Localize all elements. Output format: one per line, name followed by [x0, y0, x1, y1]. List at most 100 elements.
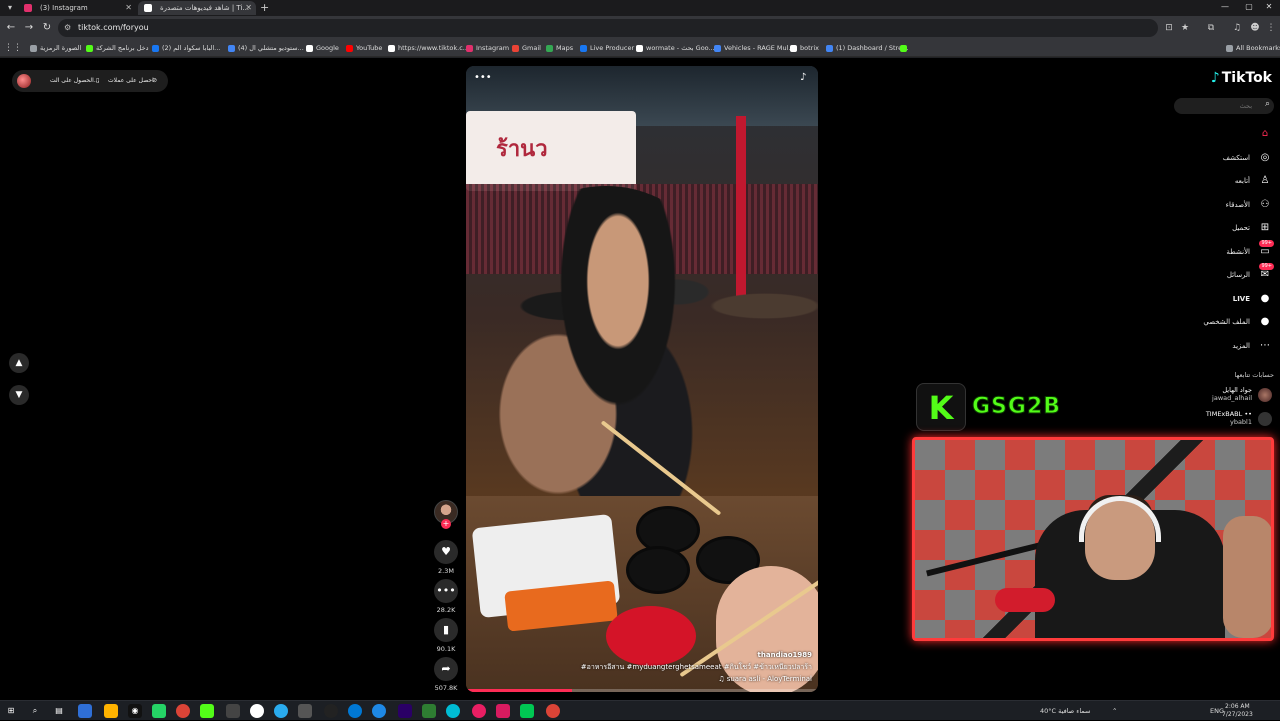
clock[interactable]: 2:06 AM 7/27/2023 [1222, 703, 1253, 719]
bookmark-item[interactable]: (4) ستوديو متشلي ال... [228, 42, 304, 55]
skype-icon[interactable] [348, 704, 362, 718]
instagram-icon [24, 4, 32, 12]
premiere-icon[interactable] [398, 704, 412, 718]
app-icon[interactable]: ◉ [128, 704, 142, 718]
profile-avatar-icon[interactable]: ☻ [1248, 20, 1262, 36]
all-bookmarks[interactable]: All Bookmarks [1226, 42, 1280, 55]
more-options-icon[interactable]: ••• [474, 72, 492, 83]
get-coins-pill[interactable]: الحصول على الت... ▯ احصل على عملات ⊘ [12, 70, 168, 92]
maximize-icon[interactable]: ▢ [1242, 0, 1256, 14]
obs-icon[interactable] [324, 704, 338, 718]
media-icon[interactable]: ♫ [1230, 20, 1244, 36]
bookmark-item[interactable]: Maps [546, 42, 573, 55]
kick-icon[interactable] [200, 704, 214, 718]
sidebar-item-messages[interactable]: الرسائل ✉ 99+ [1152, 263, 1274, 283]
sidebar-item-upload[interactable]: تحميل ⊞ [1152, 220, 1272, 236]
app-icon[interactable] [78, 704, 92, 718]
forward-icon[interactable]: → [22, 21, 36, 35]
sound-name[interactable]: ♫ suara asli - AloyTerminal [718, 674, 812, 684]
minimize-icon[interactable]: — [1218, 0, 1232, 14]
address-bar[interactable]: ⚙ tiktok.com/foryou [58, 19, 1158, 37]
bookmark-star-icon[interactable]: ★ [1178, 20, 1192, 36]
get-app-label[interactable]: الحصول على الت... [50, 70, 100, 92]
app-icon[interactable] [250, 704, 264, 718]
back-icon[interactable]: ← [4, 21, 18, 35]
bookmark-item[interactable]: Live Producer [580, 42, 634, 55]
video-player[interactable]: ร้านว ••• ♪ thandiao1989 #อาหารอีสาน #my… [466, 66, 818, 692]
previous-video-button[interactable]: ▲ [9, 353, 29, 373]
bookmark-icon[interactable]: ▮ [434, 618, 458, 642]
search-box[interactable]: ⌕ [1174, 98, 1274, 114]
reload-icon[interactable]: ↻ [40, 21, 54, 35]
bookmark-item[interactable]: YouTube [346, 42, 382, 55]
windows-start-icon[interactable]: ⊞ [4, 704, 18, 718]
chrome-icon[interactable] [176, 704, 190, 718]
volume-icon[interactable]: ♪ [800, 72, 806, 83]
app-icon[interactable] [298, 704, 312, 718]
sidebar-item-friends[interactable]: الأصدقاء ⚇ [1152, 197, 1272, 213]
bookmark-item[interactable]: دخل برنامج الشركة [86, 42, 149, 55]
tab-tiktok[interactable]: شاهد فيديوهات متصدرة | Ti... ✕ [138, 1, 256, 15]
close-window-icon[interactable]: ✕ [1262, 0, 1276, 14]
bookmark-item[interactable]: Gmail [512, 42, 541, 55]
sidebar-item-activity[interactable]: الأنشطة ▭ 99+ [1152, 239, 1274, 260]
bookmark-item[interactable]: (1) Dashboard / Stre... [826, 42, 908, 55]
search-icon[interactable]: ⌕ [1265, 99, 1270, 109]
extensions-icon[interactable]: ⧉ [1204, 20, 1218, 36]
whatsapp-icon[interactable] [152, 704, 166, 718]
app-icon[interactable] [496, 704, 510, 718]
comment-icon[interactable]: ••• [434, 579, 458, 603]
share-icon[interactable]: ➦ [434, 657, 458, 681]
bookmark-item[interactable]: الصورة الرمزية [30, 42, 81, 55]
apps-icon[interactable]: ⋮⋮ [4, 40, 22, 56]
search-input[interactable] [1180, 98, 1252, 114]
telegram-icon[interactable] [274, 704, 288, 718]
bookmark-item[interactable]: Vehicles - RAGE Mul... [714, 42, 795, 55]
sidebar-item-more[interactable]: المزيد ⋯ [1152, 338, 1272, 354]
close-icon[interactable]: ✕ [245, 1, 252, 15]
sidebar-item-following[interactable]: أتابعه ♙ [1152, 173, 1272, 189]
new-tab-button[interactable]: + [260, 0, 269, 15]
following-account[interactable]: جواد الهايل jawad_alhail [1152, 386, 1272, 404]
folder-icon[interactable] [104, 704, 118, 718]
like-heart-icon[interactable]: ♥ [434, 540, 458, 564]
app-icon[interactable] [520, 704, 534, 718]
install-icon[interactable]: ⊡ [1162, 20, 1176, 36]
tiktok-logo[interactable]: ♪ TikTok [1211, 70, 1272, 86]
creator-username[interactable]: thandiao1989 [758, 650, 812, 660]
tab-search-icon[interactable]: ▾ [4, 2, 16, 14]
close-icon[interactable]: ✕ [125, 1, 132, 15]
follow-plus-icon[interactable]: + [441, 519, 451, 529]
app-icon[interactable] [446, 704, 460, 718]
video-progress-bar[interactable] [466, 689, 818, 692]
bookmark-item[interactable]: wormate - بحث Goo... [636, 42, 715, 55]
following-account[interactable]: TIMExBABL •• ybabl1 [1152, 410, 1272, 428]
bookmark-item[interactable]: https://www.tiktok.c... [388, 42, 469, 55]
rage-icon [714, 45, 721, 52]
sidebar-item-live[interactable]: LIVE ● [1152, 291, 1272, 307]
search-icon[interactable]: ⌕ [28, 704, 42, 718]
bookmark-item[interactable]: (2) البابا سكواد الم... [152, 42, 220, 55]
bookmark-item[interactable]: botrix [790, 42, 819, 55]
kick-icon [86, 45, 93, 52]
bookmark-item[interactable]: Google [306, 42, 339, 55]
menu-icon[interactable]: ⋮ [1264, 20, 1278, 36]
site-info-icon[interactable]: ⚙ [64, 23, 71, 32]
sidebar-item-profile[interactable]: الملف الشخصي ● [1152, 314, 1272, 330]
chrome-icon[interactable] [546, 704, 560, 718]
app-icon[interactable] [372, 704, 386, 718]
friends-icon: ⚇ [1260, 198, 1270, 210]
bookmark-item[interactable]: Instagram [466, 42, 509, 55]
get-coins-label[interactable]: احصل على عملات [108, 70, 154, 92]
sidebar-item-home[interactable]: ⌂ [1152, 126, 1272, 142]
task-view-icon[interactable]: ▤ [52, 704, 66, 718]
tray-chevron-icon[interactable]: ⌃ [1112, 701, 1117, 721]
tab-instagram[interactable]: (3) Instagram ✕ [18, 1, 136, 15]
sidebar-item-label: تحميل [1232, 224, 1250, 232]
app-icon[interactable] [472, 704, 486, 718]
next-video-button[interactable]: ▼ [9, 385, 29, 405]
app-icon[interactable] [422, 704, 436, 718]
app-icon[interactable] [226, 704, 240, 718]
weather-widget[interactable]: 40°C سماء صافية [1040, 701, 1091, 721]
sidebar-item-compass[interactable]: استكشف ◎ [1152, 150, 1272, 166]
